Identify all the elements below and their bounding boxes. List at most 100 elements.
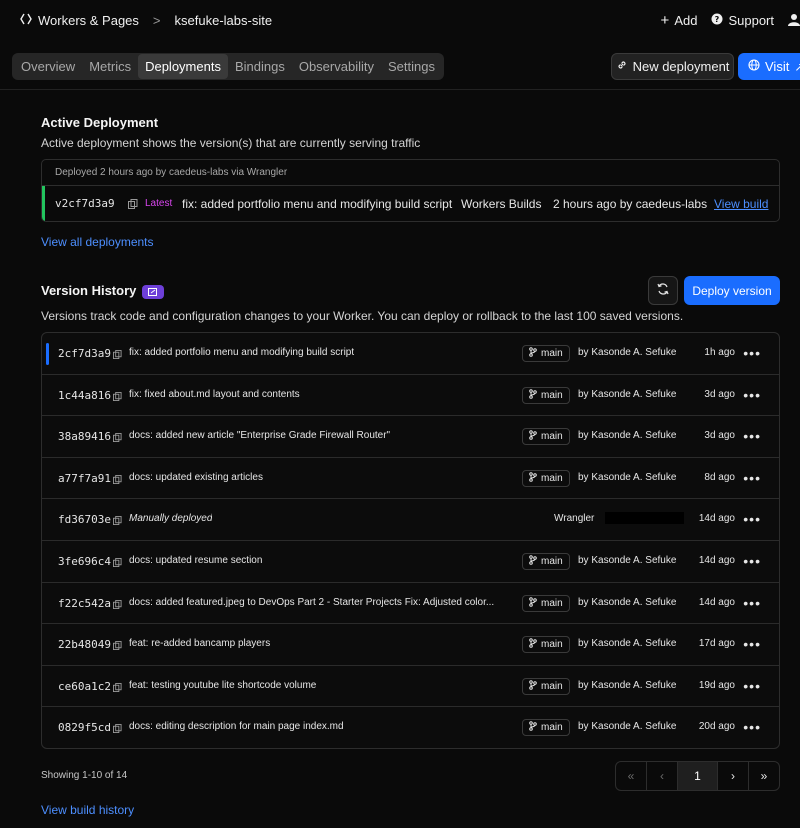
version-row[interactable]: ce60a1c2 feat: testing youtube lite short… bbox=[42, 666, 779, 708]
version-row[interactable]: 22b48049 feat: re-added bancamp players ma… bbox=[42, 624, 779, 666]
more-options-icon[interactable]: ••• bbox=[743, 719, 761, 735]
copy-icon[interactable] bbox=[113, 597, 122, 612]
add-label: Add bbox=[674, 13, 698, 28]
visit-button[interactable]: Visit ↗ bbox=[738, 53, 800, 80]
copy-icon[interactable] bbox=[128, 198, 138, 212]
copy-icon[interactable] bbox=[113, 347, 122, 362]
version-message: docs: editing description for main page … bbox=[129, 721, 344, 733]
tab-overview[interactable]: Overview bbox=[14, 54, 82, 79]
version-row[interactable]: f22c542a docs: added featured.jpeg to Dev… bbox=[42, 583, 779, 625]
last-page-button[interactable]: » bbox=[749, 762, 779, 790]
copy-icon[interactable] bbox=[113, 721, 122, 736]
more-options-icon[interactable]: ••• bbox=[743, 428, 761, 444]
active-deployment-card: Deployed 2 hours ago by caedeus-labs via… bbox=[41, 159, 780, 222]
copy-icon[interactable] bbox=[113, 638, 122, 653]
version-message: docs: updated existing articles bbox=[129, 471, 263, 483]
breadcrumb-workers-pages[interactable]: Workers & Pages bbox=[38, 13, 139, 28]
new-deployment-label: New deployment bbox=[632, 59, 730, 74]
version-time: 14d ago bbox=[698, 554, 735, 566]
chevron-left-icon: ‹ bbox=[660, 769, 664, 783]
version-hash: 38a89416 bbox=[58, 430, 111, 444]
version-author: by Kasonde A. Sefuke bbox=[578, 679, 677, 691]
view-build-link[interactable]: View build bbox=[714, 197, 768, 211]
version-message: fix: fixed about.md layout and contents bbox=[129, 388, 300, 400]
active-indicator bbox=[46, 343, 49, 365]
visit-label: Visit bbox=[765, 59, 790, 74]
more-options-icon[interactable]: ••• bbox=[743, 595, 761, 611]
more-options-icon[interactable]: ••• bbox=[743, 345, 761, 361]
version-hash: 1c44a816 bbox=[58, 388, 111, 402]
new-deployment-button[interactable]: New deployment bbox=[611, 53, 734, 80]
version-row[interactable]: 3fe696c4 docs: updated resume section main… bbox=[42, 541, 779, 583]
branch-badge[interactable]: main bbox=[522, 345, 570, 362]
branch-icon bbox=[529, 555, 537, 568]
branch-icon bbox=[529, 679, 537, 693]
pagination-summary: Showing 1-10 of 14 bbox=[41, 770, 128, 781]
branch-badge[interactable]: main bbox=[522, 636, 570, 654]
version-author: by Kasonde A. Sefuke bbox=[578, 638, 677, 650]
copy-icon[interactable] bbox=[113, 430, 122, 445]
current-page-button[interactable]: 1 bbox=[678, 762, 718, 790]
branch-icon bbox=[529, 430, 537, 443]
tab-deployments[interactable]: Deployments bbox=[138, 54, 228, 79]
branch-icon bbox=[529, 347, 537, 360]
tab-bindings[interactable]: Bindings bbox=[228, 54, 292, 79]
version-time: 19d ago bbox=[698, 679, 735, 691]
version-row[interactable]: 38a89416 docs: added new article "Enterpr… bbox=[42, 416, 779, 458]
branch-icon bbox=[529, 471, 537, 485]
copy-icon[interactable] bbox=[113, 555, 122, 570]
version-row[interactable]: fd36703e Manually deployed Wrangler 14d ago… bbox=[42, 499, 779, 541]
copy-icon[interactable] bbox=[113, 472, 122, 487]
more-options-icon[interactable]: ••• bbox=[743, 387, 761, 403]
breadcrumb-project[interactable]: ksefuke-labs-site bbox=[175, 13, 273, 28]
version-row[interactable]: 0829f5cd docs: editing description for ma… bbox=[42, 707, 779, 748]
branch-icon bbox=[529, 388, 537, 402]
more-options-icon[interactable]: ••• bbox=[743, 678, 761, 694]
branch-name: main bbox=[541, 472, 563, 484]
branch-name: main bbox=[541, 639, 563, 651]
version-message: feat: re-added bancamp players bbox=[129, 638, 271, 650]
branch-badge[interactable]: main bbox=[522, 719, 570, 737]
branch-icon bbox=[529, 638, 537, 651]
refresh-button[interactable] bbox=[648, 276, 678, 305]
branch-badge[interactable]: main bbox=[522, 469, 570, 487]
prev-page-button[interactable]: ‹ bbox=[647, 762, 678, 790]
more-options-icon[interactable]: ••• bbox=[743, 636, 761, 652]
version-message: fix: added portfolio menu and modifying … bbox=[129, 347, 355, 358]
branch-badge[interactable]: main bbox=[522, 594, 570, 612]
more-options-icon[interactable]: ••• bbox=[743, 470, 761, 486]
version-row[interactable]: 2cf7d3a9 fix: added portfolio menu and mo… bbox=[42, 333, 779, 375]
branch-name: main bbox=[541, 555, 563, 567]
more-options-icon[interactable]: ••• bbox=[743, 511, 761, 527]
version-author: by Kasonde A. Sefuke bbox=[578, 388, 677, 400]
version-author: by Kasonde A. Sefuke bbox=[578, 596, 677, 608]
tab-observability[interactable]: Observability bbox=[292, 54, 381, 79]
next-page-button[interactable]: › bbox=[718, 762, 749, 790]
view-all-deployments-link[interactable]: View all deployments bbox=[41, 235, 154, 249]
branch-badge[interactable]: main bbox=[522, 677, 570, 695]
tab-metrics[interactable]: Metrics bbox=[82, 54, 138, 79]
branch-badge[interactable]: main bbox=[522, 428, 570, 446]
globe-icon bbox=[748, 59, 760, 74]
version-author: by Kasonde A. Sefuke bbox=[578, 554, 677, 566]
version-row[interactable]: 1c44a816 fix: fixed about.md layout and c… bbox=[42, 375, 779, 417]
more-options-icon[interactable]: ••• bbox=[743, 553, 761, 569]
copy-icon[interactable] bbox=[113, 389, 122, 404]
branch-badge[interactable]: main bbox=[522, 386, 570, 404]
plus-icon: + bbox=[660, 12, 670, 29]
first-page-button[interactable]: « bbox=[616, 762, 647, 790]
add-button[interactable]: + Add bbox=[661, 12, 698, 29]
version-hash: 22b48049 bbox=[58, 638, 111, 652]
branch-badge[interactable]: main bbox=[522, 552, 570, 570]
account-button[interactable] bbox=[788, 13, 800, 29]
deploy-version-button[interactable]: Deploy version bbox=[684, 276, 780, 305]
version-row[interactable]: a77f7a91 docs: updated existing articles m… bbox=[42, 458, 779, 500]
tab-settings[interactable]: Settings bbox=[381, 54, 442, 79]
support-button[interactable]: ? Support bbox=[711, 13, 774, 28]
copy-icon[interactable] bbox=[113, 680, 122, 695]
copy-icon[interactable] bbox=[113, 513, 122, 528]
version-hash: a77f7a91 bbox=[58, 471, 111, 485]
version-history-subtitle: Versions track code and configuration ch… bbox=[41, 309, 684, 323]
branch-name: main bbox=[541, 680, 563, 692]
view-build-history-link[interactable]: View build history bbox=[41, 803, 134, 817]
